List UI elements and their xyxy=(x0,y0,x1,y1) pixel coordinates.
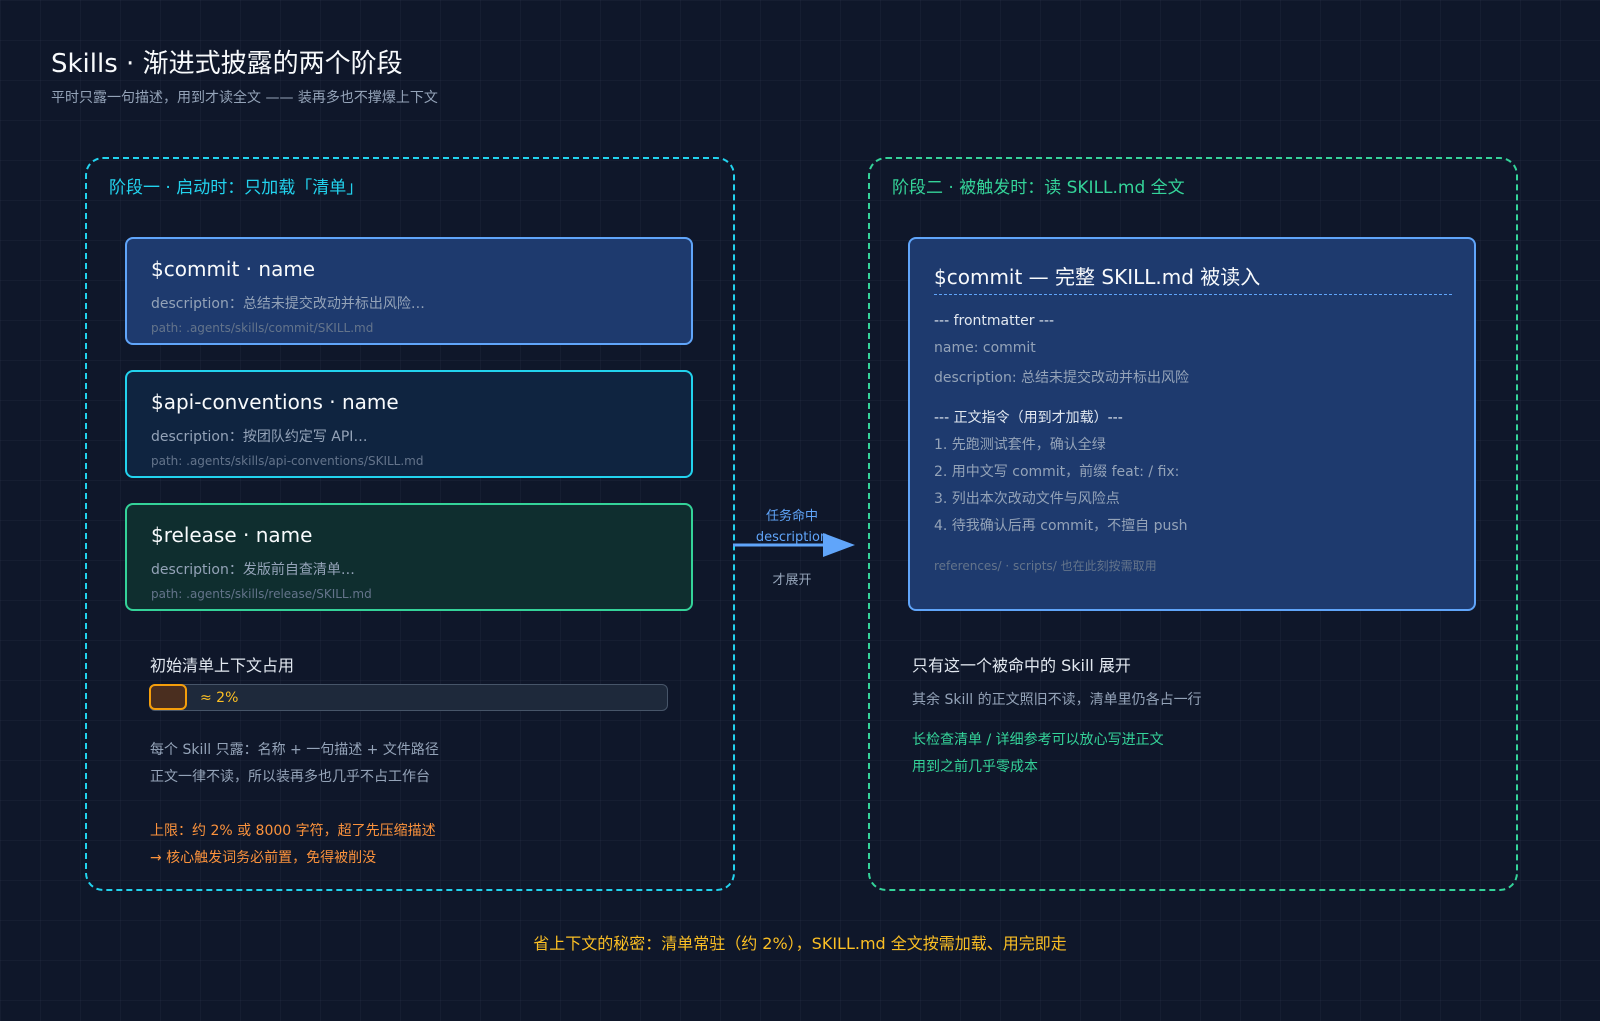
frontmatter-label: --- frontmatter --- xyxy=(934,313,1055,329)
usage-label: 初始清单上下文占用 xyxy=(150,656,295,675)
arrow-label: 任务命中 description xyxy=(752,506,832,548)
skill-card-api-conventions: $api-conventions · name description：按团队约… xyxy=(125,370,693,478)
skill-name: $commit · name xyxy=(151,257,316,281)
limit-line: 上限：约 2% 或 8000 字符，超了先压缩描述 xyxy=(150,823,436,839)
instruction-step: 4. 待我确认后再 commit，不擅自 push xyxy=(934,518,1188,534)
skill-name: $release · name xyxy=(151,523,313,547)
usage-bar: ≈ 2% xyxy=(149,684,668,711)
green-note: 用到之前几乎零成本 xyxy=(912,759,1038,775)
arrow-sublabel: 才展开 xyxy=(772,573,812,588)
stage-one-heading: 阶段一 · 启动时：只加载「清单」 xyxy=(109,178,364,198)
instruction-step: 2. 用中文写 commit，前缀 feat: / fix: xyxy=(934,464,1180,480)
detail-title: $commit — 完整 SKILL.md 被读入 xyxy=(934,265,1261,289)
skill-card-release: $release · name description：发版前自查清单… pat… xyxy=(125,503,693,611)
usage-value: ≈ 2% xyxy=(200,690,239,706)
instruction-step: 3. 列出本次改动文件与风险点 xyxy=(934,491,1120,507)
skill-path: path: .agents/skills/release/SKILL.md xyxy=(151,587,372,601)
skill-path: path: .agents/skills/commit/SKILL.md xyxy=(151,321,374,335)
arrow-label-line: 任务命中 xyxy=(765,509,818,524)
detail-divider xyxy=(934,294,1452,295)
note-line: 每个 Skill 只露：名称 + 一句描述 + 文件路径 xyxy=(150,742,439,758)
skill-description: description：按团队约定写 API… xyxy=(151,429,368,445)
instruction-step: 1. 先跑测试套件，确认全绿 xyxy=(934,437,1106,453)
page-subtitle: 平时只露一句描述，用到才读全文 —— 装再多也不撑爆上下文 xyxy=(51,90,438,106)
refs-note: references/ · scripts/ 也在此刻按需取用 xyxy=(934,559,1157,573)
skill-description: description：总结未提交改动并标出风险… xyxy=(151,296,425,312)
frontmatter-line: name: commit xyxy=(934,340,1036,356)
usage-bar-fill xyxy=(149,684,187,710)
arrow-label-line: description xyxy=(755,530,829,545)
note-line: 正文一律不读，所以装再多也几乎不占工作台 xyxy=(150,769,430,785)
skill-detail-card: $commit — 完整 SKILL.md 被读入 --- frontmatte… xyxy=(908,237,1476,611)
page-title: Skills · 渐进式披露的两个阶段 xyxy=(51,49,403,79)
footer-summary: 省上下文的秘密：清单常驻（约 2%），SKILL.md 全文按需加载、用完即走 xyxy=(533,934,1067,953)
frontmatter-line: description: 总结未提交改动并标出风险 xyxy=(934,370,1190,386)
green-note: 长检查清单 / 详细参考可以放心写进正文 xyxy=(912,732,1164,748)
stage-two-note-sub: 其余 Skill 的正文照旧不读，清单里仍各占一行 xyxy=(912,692,1202,708)
skill-path: path: .agents/skills/api-conventions/SKI… xyxy=(151,454,424,468)
skill-name: $api-conventions · name xyxy=(151,390,399,414)
stage-two-note-title: 只有这一个被命中的 Skill 展开 xyxy=(912,656,1131,675)
stage-two-heading: 阶段二 · 被触发时：读 SKILL.md 全文 xyxy=(892,178,1185,198)
body-label: --- 正文指令（用到才加载）--- xyxy=(934,410,1123,426)
limit-line: → 核心触发词务必前置，免得被削没 xyxy=(150,850,377,866)
skill-card-commit: $commit · name description：总结未提交改动并标出风险…… xyxy=(125,237,693,345)
skill-description: description：发版前自查清单… xyxy=(151,562,355,578)
